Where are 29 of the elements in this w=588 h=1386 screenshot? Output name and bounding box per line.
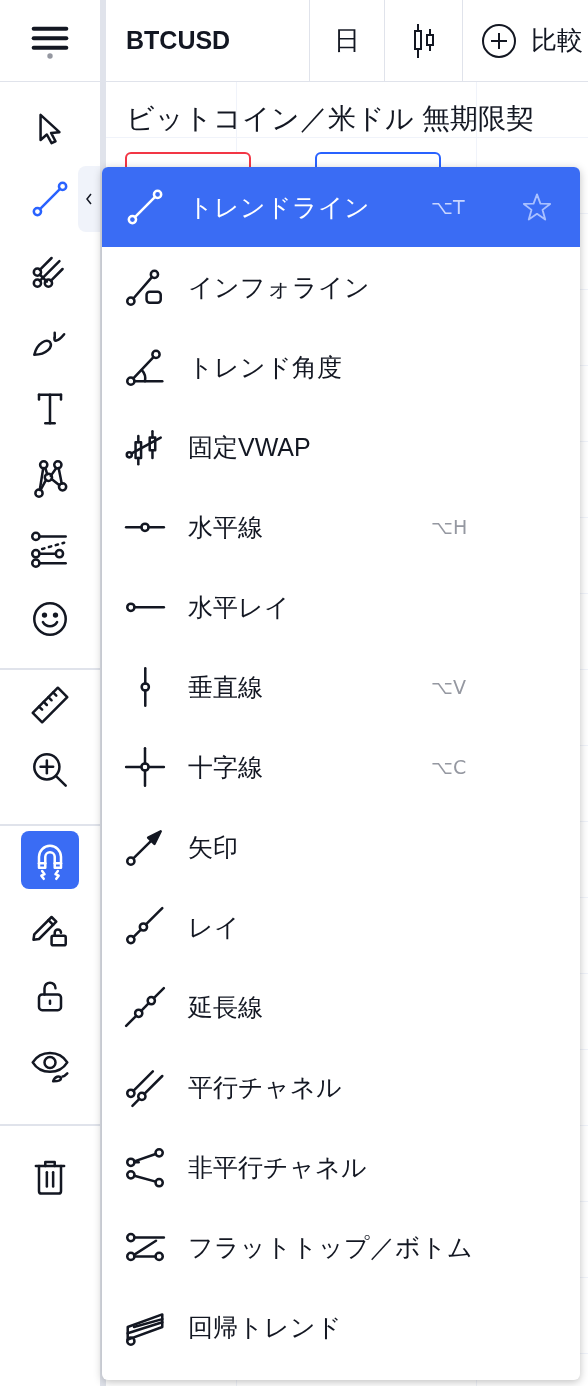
star-icon[interactable] bbox=[521, 191, 553, 223]
menu-item[interactable]: 水平レイ bbox=[102, 567, 580, 647]
menu-item[interactable]: 矢印 bbox=[102, 807, 580, 887]
symbol-button[interactable]: BTCUSD bbox=[106, 0, 310, 81]
menu-item[interactable]: トレンド角度 bbox=[102, 327, 580, 407]
interval-button[interactable]: 日 bbox=[310, 0, 385, 81]
menu-item[interactable]: フラットトップ／ボトム bbox=[102, 1207, 580, 1287]
menu-item[interactable]: 十字線 ⌥C bbox=[102, 727, 580, 807]
menu-item[interactable]: 固定VWAP bbox=[102, 407, 580, 487]
vertical-line-icon bbox=[138, 665, 152, 709]
menu-item[interactable]: インフォライン bbox=[102, 247, 580, 327]
menu-item[interactable]: レイ bbox=[102, 887, 580, 967]
menu-item[interactable]: 垂直線 ⌥V bbox=[102, 647, 580, 727]
menu-item[interactable]: 水平線 ⌥H bbox=[102, 487, 580, 567]
menu-item[interactable]: 回帰トレンド bbox=[102, 1287, 580, 1367]
chevron-icon bbox=[86, 193, 92, 205]
crosshair-icon bbox=[123, 745, 167, 789]
menu-item[interactable]: トレンドライン ⌥T bbox=[102, 167, 580, 247]
menu-item[interactable]: 平行チャネル bbox=[102, 1047, 580, 1127]
horizontal-ray-icon bbox=[123, 600, 167, 614]
extended-line-icon bbox=[123, 985, 167, 1029]
magnet-tool[interactable] bbox=[21, 831, 79, 889]
chart-title: ビットコイン／米ドル 無期限契 bbox=[125, 102, 535, 136]
menu-item[interactable]: 非平行チャネル bbox=[102, 1127, 580, 1207]
menu-item[interactable]: 延長線 bbox=[102, 967, 580, 1047]
compare-button[interactable]: 比較 bbox=[463, 0, 583, 81]
non-parallel-channel-icon bbox=[123, 1145, 167, 1189]
horizontal-line-icon bbox=[123, 520, 167, 534]
plus-circle-icon bbox=[481, 22, 517, 59]
